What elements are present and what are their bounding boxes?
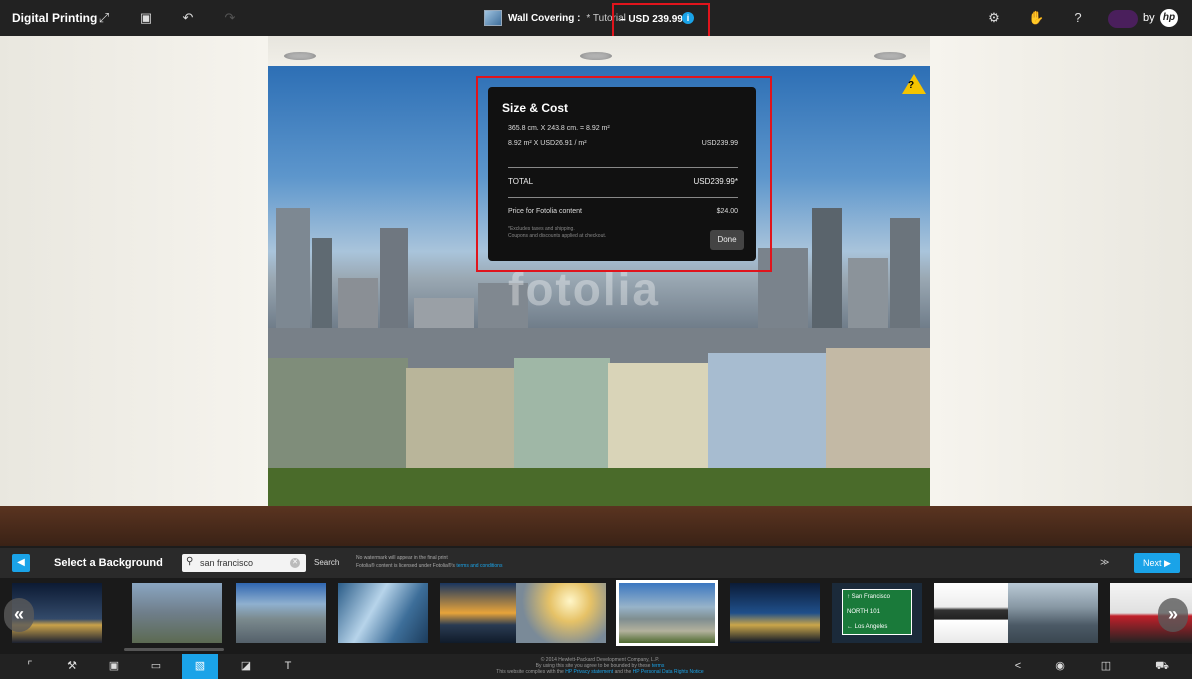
thumbnail[interactable] xyxy=(236,583,326,643)
thumbnail[interactable] xyxy=(730,583,820,643)
clear-search-icon[interactable]: ✕ xyxy=(290,558,300,568)
footer-line: This website complies with the HP Privac… xyxy=(440,669,760,675)
popup-title: Size & Cost xyxy=(502,101,569,115)
product-thumbnail-icon xyxy=(484,10,502,26)
thumbnail[interactable]: ↑ San Francisco NORTH 101 ← Los Angeles xyxy=(832,583,922,643)
ceiling-light xyxy=(580,52,612,60)
thumbnail-strip: ↑ San Francisco NORTH 101 ← Los Angeles … xyxy=(0,578,1192,654)
rate-total: USD239.99 xyxy=(701,140,738,147)
footer-text: This website complies with the xyxy=(496,669,566,675)
background-panel-header: ◀ Select a Background san francisco ⚲ ✕ … xyxy=(0,548,1192,578)
total-row: TOTAL USD239.99* xyxy=(508,177,738,186)
fine-print-line: *Excludes taxes and shipping. xyxy=(508,226,575,232)
scroll-left-button[interactable]: « xyxy=(4,598,34,632)
sign-line: ← Los Angeles xyxy=(847,624,888,630)
size-cost-popup: Size & Cost 365.8 cm. X 243.8 cm. = 8.92… xyxy=(488,87,756,261)
search-button[interactable]: Search xyxy=(314,558,339,567)
data-rights-link[interactable]: HP Personal Data Rights Notice xyxy=(633,669,704,675)
product-name: Wall Covering : xyxy=(508,12,581,24)
terms-link[interactable]: terms and conditions xyxy=(456,563,502,569)
fine-print: *Excludes taxes and shipping. Coupons an… xyxy=(508,226,606,240)
panel-title: Select a Background xyxy=(54,557,163,569)
top-bar: Digital Printing ⤢ ▣ ↶ ↷ Wall Covering :… xyxy=(0,0,1192,42)
feedback-icon[interactable]: ✋ xyxy=(1028,10,1044,26)
hedge xyxy=(268,468,930,508)
dimensions-text: 365.8 cm. X 243.8 cm. = 8.92 m² xyxy=(508,125,610,132)
rate-label: 8.92 m² X USD26.91 / m² xyxy=(508,140,587,147)
search-icon: ⚲ xyxy=(186,556,194,567)
fine-print-line: Coupons and discounts applied at checkou… xyxy=(508,233,607,239)
thumbnail[interactable] xyxy=(338,583,428,643)
settings-icon[interactable]: ⚙ xyxy=(986,10,1002,26)
fotolia-value: $24.00 xyxy=(716,208,738,215)
right-wall xyxy=(930,36,1192,546)
warning-mark: ? xyxy=(908,80,915,91)
cart-icon[interactable]: ⛟ xyxy=(1144,654,1180,679)
by-label: by xyxy=(1143,12,1155,24)
sign-line: NORTH 101 xyxy=(847,609,880,615)
view-icon[interactable]: ◉ xyxy=(1042,654,1078,679)
license-notice: No watermark will appear in the final pr… xyxy=(356,554,502,570)
text-tool-icon[interactable]: T xyxy=(270,654,306,679)
expand-icon[interactable]: ⤢ xyxy=(96,10,112,26)
fotolia-label: Price for Fotolia content xyxy=(508,208,582,215)
background-tool-icon[interactable]: ▧ xyxy=(182,654,218,679)
redo-icon[interactable]: ↷ xyxy=(222,10,238,26)
scroll-right-button[interactable]: » xyxy=(1158,598,1188,632)
floor xyxy=(0,506,1192,546)
total-label: TOTAL xyxy=(508,177,534,186)
thumbnail[interactable] xyxy=(516,583,606,643)
rate-row: 8.92 m² X USD26.91 / m² USD239.99 xyxy=(508,140,738,147)
thumbnail-scrollbar[interactable] xyxy=(124,648,224,651)
project-title: Wall Covering : * Tutorial xyxy=(484,8,626,28)
ceiling-light xyxy=(874,52,906,60)
save-icon[interactable]: ▣ xyxy=(138,10,154,26)
highway-sign: ↑ San Francisco NORTH 101 ← Los Angeles xyxy=(842,589,912,635)
frame-tool-icon[interactable]: ▣ xyxy=(96,654,132,679)
footer-text: and the xyxy=(613,669,633,675)
next-button[interactable]: Next ▶ xyxy=(1134,553,1180,573)
footer-legal: © 2014 Hewlett-Packard Development Compa… xyxy=(440,657,760,675)
notice-text: Fotolia® content is licensed under Fotol… xyxy=(356,563,457,569)
dimensions-row: 365.8 cm. X 243.8 cm. = 8.92 m² xyxy=(508,125,738,132)
thumbnail[interactable] xyxy=(132,583,222,643)
bottom-toolbar: ⌜ ⚒ ▣ ▭ ▧ ◪ T © 2014 Hewlett-Packard Dev… xyxy=(0,654,1192,679)
notice-line: No watermark will appear in the final pr… xyxy=(356,555,448,561)
paint-tool-icon[interactable]: ⚒ xyxy=(54,654,90,679)
screen-icon[interactable]: ◫ xyxy=(1088,654,1124,679)
ceiling-light xyxy=(284,52,316,60)
collapse-icon[interactable]: ≫ xyxy=(1100,557,1109,568)
search-input[interactable]: san francisco xyxy=(182,554,306,572)
app-title: Digital Printing xyxy=(12,11,98,25)
thumbnail-selected[interactable] xyxy=(616,580,718,646)
divider xyxy=(508,167,738,168)
left-wall xyxy=(0,36,268,546)
edit-image-tool-icon[interactable]: ◪ xyxy=(228,654,264,679)
total-value: USD239.99* xyxy=(693,177,738,186)
wall-tool-icon[interactable]: ⌜ xyxy=(12,654,48,679)
done-button[interactable]: Done xyxy=(710,230,744,250)
back-button[interactable]: ◀ xyxy=(12,554,30,572)
divider xyxy=(508,197,738,198)
sign-line: ↑ San Francisco xyxy=(847,594,891,600)
folder-tool-icon[interactable]: ▭ xyxy=(138,654,174,679)
thumbnail[interactable] xyxy=(1008,583,1098,643)
price-label: – USD 239.99 xyxy=(620,14,683,25)
notice-line: Fotolia® content is licensed under Fotol… xyxy=(356,562,502,570)
privacy-link[interactable]: HP Privacy statement xyxy=(565,669,613,675)
share-icon[interactable]: < xyxy=(1000,654,1036,679)
hp-logo: hp xyxy=(1160,9,1178,27)
help-icon[interactable]: ? xyxy=(1070,10,1086,26)
undo-icon[interactable]: ↶ xyxy=(180,10,196,26)
info-icon[interactable]: i xyxy=(682,12,694,24)
user-avatar[interactable] xyxy=(1108,10,1138,28)
fotolia-row: Price for Fotolia content $24.00 xyxy=(508,208,738,215)
